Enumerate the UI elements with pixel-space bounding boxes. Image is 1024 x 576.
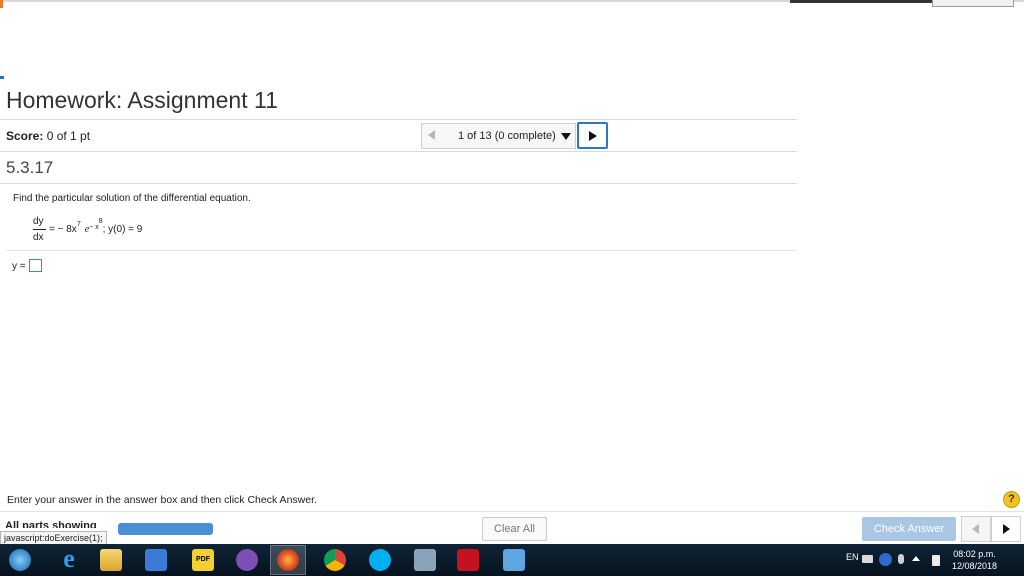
internet-explorer-icon[interactable]: e bbox=[58, 546, 80, 572]
exponent-base: − x bbox=[89, 224, 99, 231]
media-player-icon[interactable] bbox=[145, 549, 167, 571]
window-titlebar-fragment bbox=[790, 0, 940, 3]
viber-icon[interactable] bbox=[236, 549, 258, 571]
battery-icon[interactable] bbox=[932, 555, 940, 566]
answer-input[interactable] bbox=[29, 259, 42, 272]
next-button[interactable] bbox=[991, 516, 1021, 542]
progress-bar bbox=[118, 523, 213, 535]
calculator-icon[interactable] bbox=[414, 549, 436, 571]
question-instruction: Find the particular solution of the diff… bbox=[13, 193, 251, 204]
parts-showing-label: All parts showing bbox=[5, 520, 97, 528]
exponent-power: 8 bbox=[98, 218, 103, 225]
fraction-bar bbox=[33, 229, 46, 230]
score-divider bbox=[0, 151, 797, 152]
e-exponent: − x8 bbox=[89, 218, 102, 231]
clock-time: 08:02 p.m. bbox=[953, 549, 996, 559]
help-icon[interactable]: ? bbox=[1003, 491, 1020, 508]
window-control-buttons[interactable] bbox=[932, 0, 1014, 7]
clear-all-button[interactable]: Clear All bbox=[482, 517, 547, 541]
network-icon[interactable] bbox=[898, 554, 904, 564]
question-position[interactable]: 1 of 13 (0 complete) bbox=[458, 130, 556, 142]
clock-date: 12/08/2018 bbox=[952, 561, 998, 571]
page-title: Homework: Assignment 11 bbox=[6, 87, 278, 113]
equation-right-side: = − 8x7 e− x8; y(0) = 9 bbox=[49, 218, 143, 235]
keyboard-icon[interactable] bbox=[862, 555, 873, 563]
previous-button[interactable] bbox=[961, 516, 991, 542]
answer-divider bbox=[6, 250, 796, 251]
question-selector[interactable]: 1 of 13 (0 complete) bbox=[421, 123, 576, 149]
tray-expand-icon[interactable] bbox=[912, 556, 920, 561]
footer-divider bbox=[0, 511, 1024, 512]
previous-question-icon[interactable] bbox=[428, 130, 435, 140]
score-display: Score: 0 of 1 pt bbox=[6, 129, 90, 143]
status-bar-url: javascript:doExercise(1); bbox=[0, 531, 107, 545]
answer-label: y = bbox=[12, 261, 26, 272]
score-label: Score: bbox=[6, 129, 44, 143]
side-marker-blue bbox=[0, 76, 4, 79]
check-answer-button[interactable]: Check Answer bbox=[862, 517, 956, 541]
exercise-divider bbox=[0, 183, 797, 184]
windows-start-icon[interactable] bbox=[9, 549, 31, 571]
title-divider bbox=[0, 119, 797, 120]
file-explorer-icon[interactable] bbox=[100, 549, 122, 571]
next-question-button[interactable] bbox=[577, 122, 608, 149]
rhs-term: = − 8x bbox=[49, 224, 77, 235]
skype-icon[interactable] bbox=[369, 549, 391, 571]
paint-icon[interactable] bbox=[503, 549, 525, 571]
pdf-reader-icon[interactable]: PDF bbox=[192, 549, 214, 571]
mcafee-icon[interactable] bbox=[457, 549, 479, 571]
chevron-down-icon[interactable] bbox=[561, 133, 571, 140]
clock[interactable]: 08:02 p.m. 12/08/2018 bbox=[952, 548, 997, 572]
taskbar: e PDF EN 08:02 p.m. 12/08/2018 bbox=[0, 544, 1024, 576]
score-value: 0 of 1 pt bbox=[46, 129, 91, 143]
x-power: 7 bbox=[76, 221, 81, 228]
derivative-numerator: dy bbox=[33, 216, 44, 227]
footer-instruction: Enter your answer in the answer box and … bbox=[7, 494, 317, 506]
help-tray-icon[interactable] bbox=[879, 553, 892, 566]
derivative-denominator: dx bbox=[33, 232, 44, 243]
chrome-icon[interactable] bbox=[324, 549, 346, 571]
language-indicator[interactable]: EN bbox=[846, 552, 859, 562]
firefox-icon[interactable] bbox=[277, 549, 299, 571]
initial-condition: ; y(0) = 9 bbox=[102, 224, 143, 235]
side-marker bbox=[0, 0, 3, 8]
exercise-id: 5.3.17 bbox=[6, 158, 54, 177]
